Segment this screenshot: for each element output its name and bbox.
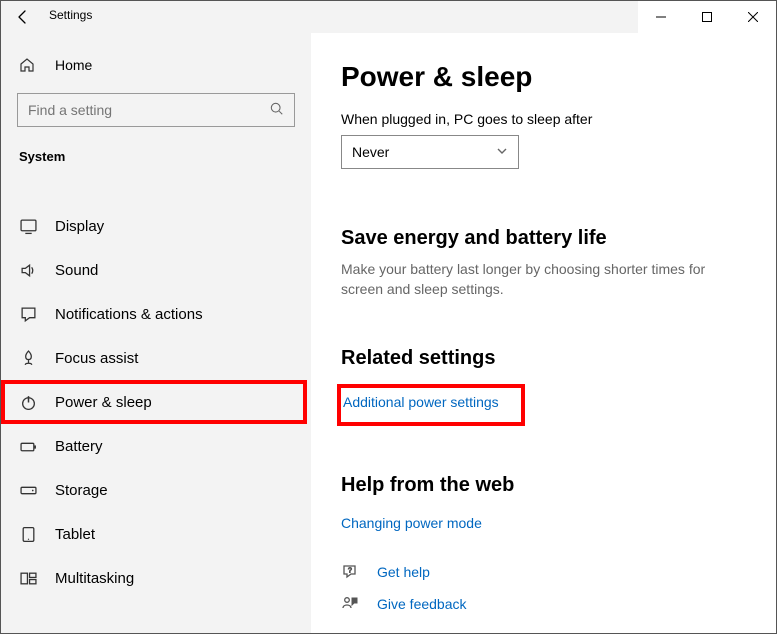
sidebar-item-focus-assist[interactable]: Focus assist	[1, 336, 311, 380]
give-feedback-link[interactable]: Give feedback	[377, 596, 467, 612]
sidebar-item-sound[interactable]: Sound	[1, 248, 311, 292]
changing-power-mode-link[interactable]: Changing power mode	[341, 515, 482, 531]
sidebar-item-label: Display	[55, 218, 104, 235]
storage-icon	[19, 482, 37, 499]
sidebar-item-storage[interactable]: Storage	[1, 468, 311, 512]
additional-power-settings-link[interactable]: Additional power settings	[343, 394, 499, 410]
search-input[interactable]	[17, 93, 295, 127]
help-web-heading: Help from the web	[341, 474, 746, 497]
title-bar: Settings	[1, 1, 776, 33]
power-icon	[19, 394, 37, 411]
sidebar-item-label: Battery	[55, 438, 103, 455]
minimize-button[interactable]	[638, 1, 684, 33]
sidebar-item-battery[interactable]: Battery	[1, 424, 311, 468]
sidebar-heading: System	[1, 131, 311, 174]
close-button[interactable]	[730, 1, 776, 33]
sidebar-item-display[interactable]: Display	[1, 204, 311, 248]
sidebar-item-label: Home	[55, 57, 92, 73]
sidebar-item-notifications[interactable]: Notifications & actions	[1, 292, 311, 336]
maximize-button[interactable]	[684, 1, 730, 33]
related-link-highlight: Additional power settings	[337, 384, 525, 426]
focus-assist-icon	[19, 350, 37, 367]
sidebar-item-label: Tablet	[55, 526, 95, 543]
get-help-icon: ?	[341, 563, 361, 581]
save-energy-text: Make your battery last longer by choosin…	[341, 260, 731, 299]
sidebar-home[interactable]: Home	[1, 45, 311, 85]
notifications-icon	[19, 306, 37, 323]
sleep-field-label: When plugged in, PC goes to sleep after	[341, 111, 746, 127]
sleep-select-value: Never	[352, 144, 389, 160]
sidebar: Home System Display Sound Notificat	[1, 33, 311, 633]
get-help-link[interactable]: Get help	[377, 564, 430, 580]
multitasking-icon	[19, 570, 37, 587]
feedback-icon	[341, 595, 361, 613]
sidebar-item-label: Multitasking	[55, 570, 134, 587]
battery-icon	[19, 438, 37, 455]
sound-icon	[19, 262, 37, 279]
tablet-icon	[19, 526, 37, 543]
sidebar-item-label: Sound	[55, 262, 98, 279]
search-icon	[270, 102, 284, 119]
svg-text:?: ?	[348, 568, 352, 575]
display-icon	[19, 218, 37, 235]
chevron-down-icon	[496, 145, 508, 160]
back-button[interactable]	[1, 1, 45, 33]
sidebar-item-multitasking[interactable]: Multitasking	[1, 556, 311, 600]
sidebar-item-label: Storage	[55, 482, 108, 499]
sidebar-item-tablet[interactable]: Tablet	[1, 512, 311, 556]
related-heading: Related settings	[341, 347, 746, 370]
sidebar-item-label: Notifications & actions	[55, 306, 203, 323]
sidebar-item-label: Focus assist	[55, 350, 138, 367]
home-icon	[19, 57, 37, 73]
save-energy-heading: Save energy and battery life	[341, 227, 746, 250]
search-field[interactable]	[28, 102, 258, 118]
sidebar-item-label: Power & sleep	[55, 394, 152, 411]
sleep-select[interactable]: Never	[341, 135, 519, 169]
main-panel: Power & sleep When plugged in, PC goes t…	[311, 33, 776, 633]
page-title: Power & sleep	[341, 61, 746, 93]
window-title: Settings	[45, 1, 92, 22]
sidebar-item-power-sleep[interactable]: Power & sleep	[1, 380, 307, 424]
